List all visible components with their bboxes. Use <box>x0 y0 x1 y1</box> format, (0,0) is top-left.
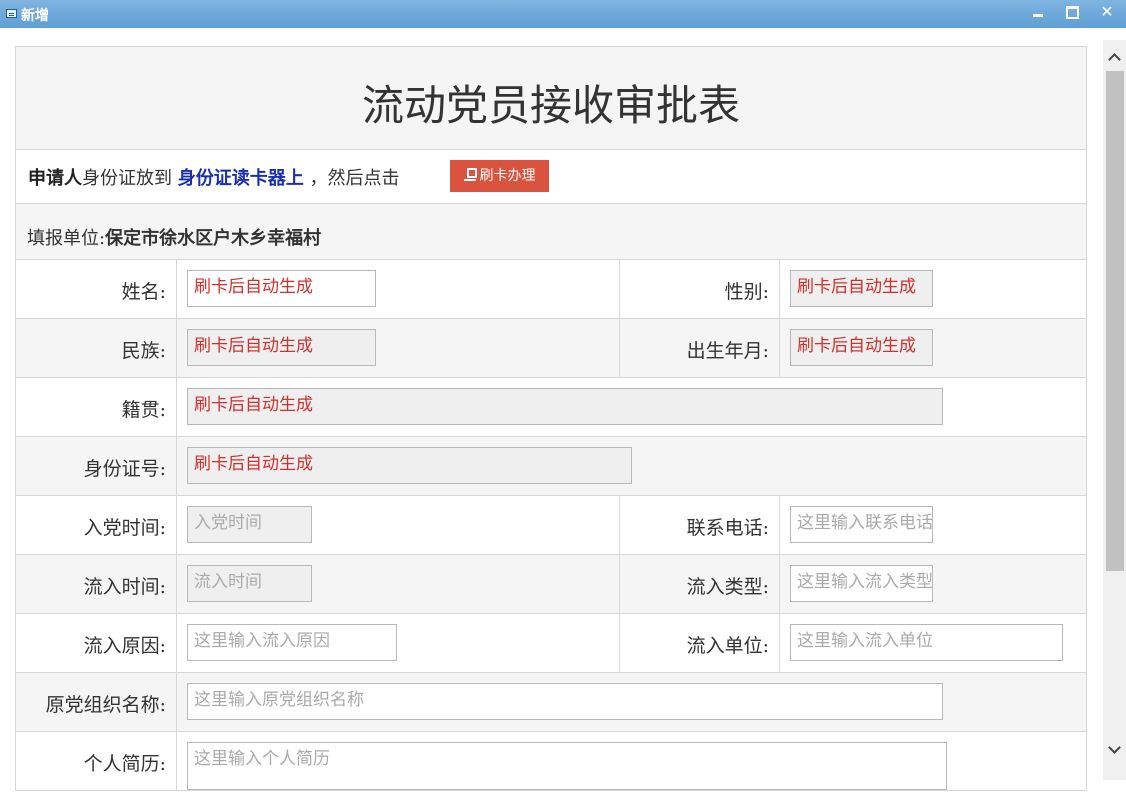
inflow-unit-field[interactable]: 这里输入流入单位 <box>790 624 1063 661</box>
form-row-join-phone: 入党时间: 入党时间 联系电话: 这里输入联系电话 <box>15 496 1087 555</box>
phone-field[interactable]: 这里输入联系电话 <box>790 506 933 543</box>
instruction-text-2: ，然后点击 <box>309 168 400 189</box>
phone-label: 联系电话: <box>619 496 780 554</box>
id-number-field[interactable]: 刷卡后自动生成 <box>187 447 632 484</box>
form-row-ethnicity-birth: 民族: 刷卡后自动生成 出生年月: 刷卡后自动生成 <box>15 319 1087 378</box>
join-date-field[interactable]: 入党时间 <box>187 506 312 543</box>
form-title: 流动党员接收审批表 <box>15 47 1087 150</box>
birth-label: 出生年月: <box>619 319 780 377</box>
inflow-unit-label: 流入单位: <box>619 614 780 672</box>
join-date-label: 入党时间: <box>16 496 177 554</box>
name-label: 姓名: <box>16 260 177 318</box>
birth-field[interactable]: 刷卡后自动生成 <box>790 329 933 366</box>
ethnicity-label: 民族: <box>16 319 177 377</box>
approval-form: 流动党员接收审批表 申请人身份证放到 身份证读卡器上 ，然后点击 刷卡办理 填报… <box>15 46 1087 791</box>
unit-value: 保定市徐水区户木乡幸福村 <box>105 228 322 249</box>
form-row-resume: 个人简历: 这里输入个人简历 <box>15 732 1087 791</box>
inflow-date-field[interactable]: 流入时间 <box>187 565 312 602</box>
close-icon[interactable]: ✕ <box>1097 4 1117 22</box>
window-title: 新增 <box>21 8 49 24</box>
scroll-up-icon[interactable] <box>1107 50 1121 64</box>
inflow-reason-field[interactable]: 这里输入流入原因 <box>187 624 397 661</box>
form-row-id-number: 身份证号: 刷卡后自动生成 <box>15 437 1087 496</box>
hometown-field[interactable]: 刷卡后自动生成 <box>187 388 943 425</box>
gender-field[interactable]: 刷卡后自动生成 <box>790 270 933 307</box>
unit-row: 填报单位:保定市徐水区户木乡幸福村 <box>15 204 1087 260</box>
instruction-text-1: 身份证放到 <box>82 168 172 189</box>
instruction-applicant: 申请人 <box>28 168 82 189</box>
resume-label: 个人简历: <box>16 732 177 790</box>
name-field[interactable]: 刷卡后自动生成 <box>187 270 376 307</box>
inflow-date-label: 流入时间: <box>16 555 177 613</box>
form-row-inflow-date-type: 流入时间: 流入时间 流入类型: 这里输入流入类型 <box>15 555 1087 614</box>
inflow-type-field[interactable]: 这里输入流入类型 <box>790 565 933 602</box>
window-title-bar: 新增 ✕ <box>0 0 1126 28</box>
card-reader-icon <box>463 168 477 181</box>
minimize-icon[interactable] <box>1028 4 1048 22</box>
swipe-card-button-label: 刷卡办理 <box>479 168 536 184</box>
inflow-type-label: 流入类型: <box>619 555 780 613</box>
scroll-down-icon[interactable] <box>1107 743 1121 757</box>
form-row-original-org: 原党组织名称: 这里输入原党组织名称 <box>15 673 1087 732</box>
hometown-label: 籍贯: <box>16 378 177 436</box>
resume-field[interactable]: 这里输入个人简历 <box>187 742 947 790</box>
instruction-row: 申请人身份证放到 身份证读卡器上 ，然后点击 刷卡办理 <box>15 150 1087 204</box>
form-row-inflow-reason-unit: 流入原因: 这里输入流入原因 流入单位: 这里输入流入单位 <box>15 614 1087 673</box>
id-number-label: 身份证号: <box>16 437 177 495</box>
unit-label: 填报单位: <box>27 228 106 249</box>
orig-org-field[interactable]: 这里输入原党组织名称 <box>187 683 943 720</box>
orig-org-label: 原党组织名称: <box>16 673 177 731</box>
window-form-icon <box>6 9 17 18</box>
maximize-icon[interactable] <box>1062 4 1082 22</box>
ethnicity-field[interactable]: 刷卡后自动生成 <box>187 329 376 366</box>
instruction-highlight: 身份证读卡器上 <box>177 168 304 189</box>
swipe-card-button[interactable]: 刷卡办理 <box>450 160 549 192</box>
gender-label: 性别: <box>619 260 780 318</box>
form-row-hometown: 籍贯: 刷卡后自动生成 <box>15 378 1087 437</box>
scrollbar-thumb[interactable] <box>1106 71 1124 571</box>
vertical-scrollbar[interactable] <box>1103 40 1126 780</box>
form-row-name-gender: 姓名: 刷卡后自动生成 性别: 刷卡后自动生成 <box>15 260 1087 319</box>
inflow-reason-label: 流入原因: <box>16 614 177 672</box>
